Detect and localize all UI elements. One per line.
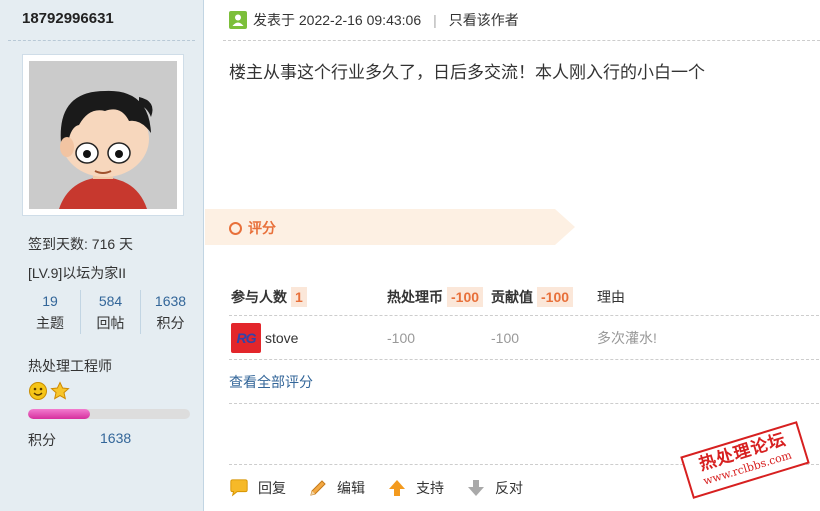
author-username[interactable]: 18792996631 [22,10,114,27]
pencil-icon [308,478,328,498]
posted-prefix: 发表于 [253,12,295,28]
author-sidebar: 18792996631 签到天数: 716 天 [LV.9]以坛为家II 19 … [0,0,204,511]
rater-col1: -100 [387,329,416,346]
edit-button[interactable]: 编辑 [308,478,365,498]
points-value[interactable]: 1638 [100,430,131,446]
oppose-label: 反对 [495,480,523,496]
posted-time: 2022-2-16 09:43:06 [298,12,422,28]
rating-table: 参与人数 1 热处理币 -100 贡献值 -100 理由 RG stove -100 … [229,278,819,404]
rater-col2: -100 [491,329,520,346]
star-medal-icon[interactable] [50,381,70,404]
stat-threads-value[interactable]: 19 [20,290,80,312]
stat-points-label: 积分 [156,315,185,331]
stat-points[interactable]: 1638 积分 [140,290,200,334]
signin-days: 签到天数: 716 天 [28,236,134,252]
user-level[interactable]: [LV.9]以坛为家II [28,263,126,283]
user-title: 热处理工程师 [28,358,112,374]
divider [223,40,820,41]
rater-reason: 多次灌水! [597,329,657,346]
reply-button[interactable]: 回复 [229,478,286,498]
rater-name[interactable]: stove [265,330,298,346]
support-button[interactable]: 支持 [387,478,444,498]
col1-total: -100 [447,286,484,307]
cartoon-boy-icon [29,61,177,209]
post-meta: 发表于 2022-2-16 09:43:06 | 只看该作者 [229,10,519,30]
divider [8,40,195,41]
meta-separator: | [433,12,437,28]
rater-avatar[interactable]: RG [231,322,261,353]
post-main: 发表于 2022-2-16 09:43:06 | 只看该作者 楼主从事这个行业多… [205,0,820,511]
smile-medal-icon[interactable] [28,381,48,404]
col2-label: 贡献值 [491,288,533,305]
stat-points-value[interactable]: 1638 [141,290,200,312]
reason-header: 理由 [597,288,625,305]
level-progress-bar [28,409,190,419]
rater[interactable]: RG stove [231,322,298,353]
stat-replies-label: 回帖 [96,315,125,331]
medals [28,381,70,404]
col2-total: -100 [537,286,574,307]
author-stats: 19 主题 584 回帖 1638 积分 [20,290,200,334]
col1-header: 热处理币 -100 [387,286,484,307]
col2-header: 贡献值 -100 [491,286,574,307]
arrow-up-icon [387,478,407,498]
level-progress-fill [28,409,90,419]
support-label: 支持 [416,480,444,496]
view-all-ratings-link[interactable]: 查看全部评分 [229,360,819,404]
online-status-icon [229,11,247,29]
author-only-link[interactable]: 只看该作者 [449,10,519,30]
reply-label: 回复 [258,480,286,496]
col1-label: 热处理币 [387,288,443,305]
rating-table-header: 参与人数 1 热处理币 -100 贡献值 -100 理由 [229,278,819,316]
stat-threads-label: 主题 [36,315,64,331]
participants-count: 1 [291,286,307,307]
points-label: 积分 [28,432,56,448]
points-row: 积分 1638 [28,430,131,450]
avatar[interactable] [22,54,184,216]
arrow-down-icon [466,478,486,498]
speech-bubble-icon [229,478,249,498]
rating-title: 评分 [229,218,276,238]
circle-icon [229,221,242,235]
participants: 参与人数 1 [231,286,307,307]
oppose-button[interactable]: 反对 [466,478,523,498]
edit-label: 编辑 [337,480,365,496]
post-content: 楼主从事这个行业多久了，日后多交流！本人刚入行的小白一个 [229,63,705,82]
avatar-image [29,61,177,209]
stat-replies[interactable]: 584 回帖 [80,290,140,334]
rating-title-text: 评分 [248,220,276,236]
rating-row: RG stove -100 -100 多次灌水! [229,316,819,360]
stat-threads[interactable]: 19 主题 [20,290,80,334]
participants-label: 参与人数 [231,288,287,305]
stat-replies-value[interactable]: 584 [81,290,140,312]
